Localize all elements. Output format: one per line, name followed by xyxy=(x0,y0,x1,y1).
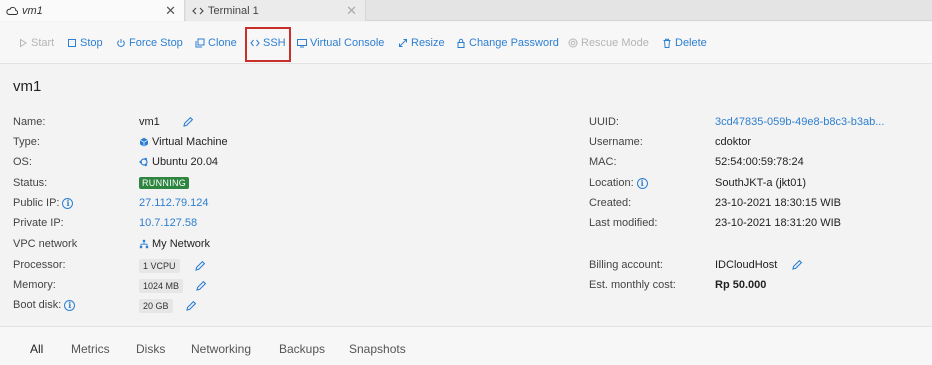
boot-disk-label: Boot disk: i xyxy=(13,299,76,311)
last-modified-label: Last modified: xyxy=(589,217,658,229)
uuid-value[interactable]: 3cd47835-059b-49e8-b8c3-b3ab... xyxy=(715,116,884,128)
status-value: RUNNING xyxy=(139,177,190,189)
power-icon xyxy=(116,38,126,48)
private-ip-label: Private IP: xyxy=(13,217,64,229)
ubuntu-icon xyxy=(139,157,149,167)
username-label: Username: xyxy=(589,136,643,148)
os-label: OS: xyxy=(13,156,32,168)
tab-vm1[interactable]: vm1 ✕ xyxy=(0,0,185,21)
type-value: Virtual Machine xyxy=(139,136,228,148)
lock-icon xyxy=(456,38,466,48)
stop-button[interactable]: Stop xyxy=(67,34,103,52)
private-ip-value[interactable]: 10.7.127.58 xyxy=(139,217,197,229)
created-value: 23-10-2021 18:30:15 WIB xyxy=(715,197,841,209)
uuid-label: UUID: xyxy=(589,116,619,128)
toolbar: Start Stop Force Stop Clone SSH Virtual … xyxy=(0,22,932,64)
billing-account-label: Billing account: xyxy=(589,259,663,271)
memory-value: 1024 MB xyxy=(139,279,207,293)
tab-snapshots[interactable]: Snapshots xyxy=(349,342,406,356)
rescue-mode-button[interactable]: Rescue Mode xyxy=(568,34,649,52)
status-label: Status: xyxy=(13,177,48,189)
vpc-value[interactable]: My Network xyxy=(139,238,210,250)
tab-metrics[interactable]: Metrics xyxy=(71,342,110,356)
billing-account-value: IDCloudHost xyxy=(715,259,803,271)
info-icon[interactable]: i xyxy=(64,299,76,311)
os-value: Ubuntu 20.04 xyxy=(139,156,218,168)
status-badge: RUNNING xyxy=(139,177,190,189)
processor-chip: 1 VCPU xyxy=(139,259,180,273)
processor-value: 1 VCPU xyxy=(139,259,206,273)
tab-label: vm1 xyxy=(22,4,43,17)
close-icon[interactable]: ✕ xyxy=(165,3,176,19)
pencil-icon[interactable] xyxy=(791,259,803,271)
resize-button[interactable]: Resize xyxy=(398,34,445,52)
lifebuoy-icon xyxy=(568,38,578,48)
tab-backups[interactable]: Backups xyxy=(279,342,325,356)
last-modified-value: 23-10-2021 18:31:20 WIB xyxy=(715,217,841,229)
public-ip-value[interactable]: 27.112.79.124 xyxy=(139,197,209,209)
start-button[interactable]: Start xyxy=(18,34,54,52)
boot-disk-value: 20 GB xyxy=(139,299,197,313)
pencil-icon[interactable] xyxy=(195,280,207,292)
resize-icon xyxy=(398,38,408,48)
force-stop-button[interactable]: Force Stop xyxy=(116,34,183,52)
tab-bar: vm1 ✕ Terminal 1 ✕ xyxy=(0,0,932,21)
mac-value: 52:54:00:59:78:24 xyxy=(715,156,804,168)
delete-button[interactable]: Delete xyxy=(662,34,707,52)
change-password-button[interactable]: Change Password xyxy=(456,34,559,52)
trash-icon xyxy=(662,38,672,48)
vpc-label: VPC network xyxy=(13,238,78,250)
tab-label: Terminal 1 xyxy=(208,4,259,17)
name-label: Name: xyxy=(13,116,46,128)
tab-terminal-1[interactable]: Terminal 1 ✕ xyxy=(186,0,366,21)
play-icon xyxy=(18,38,28,48)
tab-networking[interactable]: Networking xyxy=(191,342,251,356)
mac-label: MAC: xyxy=(589,156,617,168)
info-icon[interactable]: i xyxy=(636,177,648,189)
info-icon[interactable]: i xyxy=(62,197,74,209)
pencil-icon[interactable] xyxy=(194,260,206,272)
location-value: SouthJKT-a (jkt01) xyxy=(715,177,807,189)
boot-disk-chip: 20 GB xyxy=(139,299,173,313)
tab-all[interactable]: All xyxy=(30,342,43,356)
processor-label: Processor: xyxy=(13,259,66,271)
virtual-console-button[interactable]: Virtual Console xyxy=(297,34,384,52)
name-value: vm1 xyxy=(139,116,194,128)
close-icon[interactable]: ✕ xyxy=(346,3,357,19)
memory-chip: 1024 MB xyxy=(139,279,184,293)
cube-icon xyxy=(139,137,149,147)
pencil-icon[interactable] xyxy=(182,116,194,128)
tab-disks[interactable]: Disks xyxy=(136,342,165,356)
location-label: Location: i xyxy=(589,177,648,189)
memory-label: Memory: xyxy=(13,279,56,291)
cloud-icon xyxy=(6,5,18,17)
page-title: vm1 xyxy=(13,78,42,95)
stop-icon xyxy=(67,38,77,48)
code-icon xyxy=(192,5,204,17)
type-label: Type: xyxy=(13,136,40,148)
monitor-icon xyxy=(297,38,307,48)
copy-icon xyxy=(195,38,205,48)
public-ip-label: Public IP: i xyxy=(13,197,74,209)
network-icon xyxy=(139,239,149,249)
ssh-highlight-box xyxy=(245,27,291,62)
detail-tabs: All Metrics Disks Networking Backups Sna… xyxy=(0,327,932,365)
monthly-cost-value: Rp 50.000 xyxy=(715,279,767,291)
pencil-icon[interactable] xyxy=(185,300,197,312)
monthly-cost-label: Est. monthly cost: xyxy=(589,279,676,291)
username-value: cdoktor xyxy=(715,136,752,148)
created-label: Created: xyxy=(589,197,632,209)
clone-button[interactable]: Clone xyxy=(195,34,237,52)
